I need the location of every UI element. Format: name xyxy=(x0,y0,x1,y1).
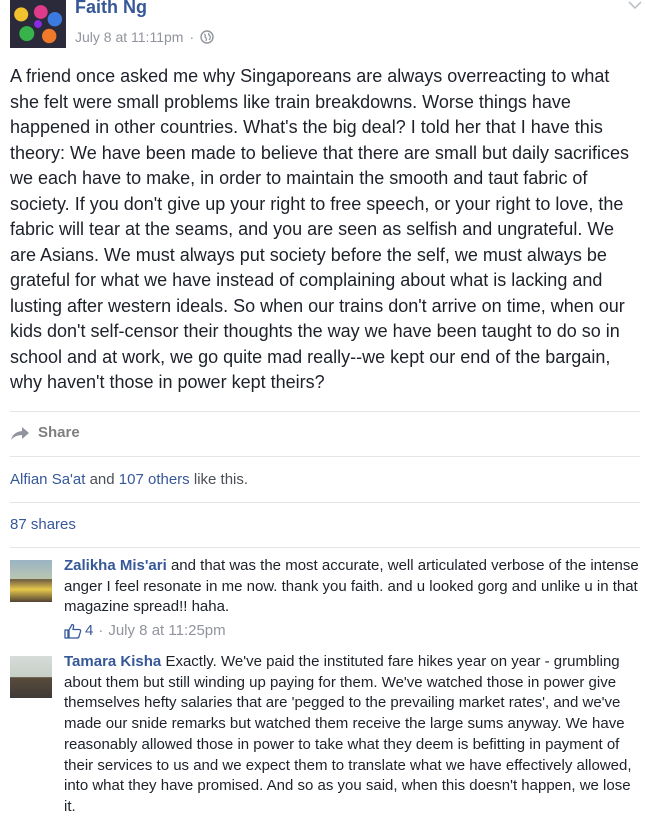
author-name[interactable]: Faith Ng xyxy=(75,0,147,18)
share-arrow-icon xyxy=(11,426,29,440)
author-avatar[interactable] xyxy=(10,0,66,48)
globe-icon[interactable] xyxy=(200,30,214,44)
commenter-name[interactable]: Tamara Kisha xyxy=(64,653,161,670)
comment-timestamp[interactable]: July 8 at 11:25pm xyxy=(108,622,225,639)
post-meta: July 8 at 11:11pm · xyxy=(75,29,214,45)
divider xyxy=(10,547,640,548)
comment: Zalikha Mis'ari and that was the most ac… xyxy=(10,556,640,646)
commenter-name[interactable]: Zalikha Mis'ari xyxy=(64,557,167,574)
comment: Tamara Kisha Exactly. We've paid the ins… xyxy=(10,652,640,825)
chevron-down-icon[interactable] xyxy=(628,0,642,10)
post-timestamp[interactable]: July 8 at 11:11pm xyxy=(75,29,183,45)
commenter-avatar[interactable] xyxy=(10,560,52,602)
share-label: Share xyxy=(38,424,80,441)
comment-body: Tamara Kisha Exactly. We've paid the ins… xyxy=(64,652,640,818)
meta-separator: · xyxy=(189,29,195,45)
share-button[interactable]: Share xyxy=(10,424,80,441)
like-thumb-icon[interactable] xyxy=(64,623,82,639)
post-header: Faith Ng July 8 at 11:11pm · xyxy=(0,0,645,52)
divider xyxy=(10,411,640,412)
commenter-avatar[interactable] xyxy=(10,656,52,698)
shares-count-link[interactable]: 87 shares xyxy=(10,516,76,533)
comment-like-count[interactable]: 4 xyxy=(85,622,93,639)
meta-separator: · xyxy=(98,622,104,639)
comment-body: Zalikha Mis'ari and that was the most ac… xyxy=(64,556,640,618)
comment-meta: 4 · July 8 at 11:25pm xyxy=(64,622,226,639)
comment-text: Exactly. We've paid the instituted fare … xyxy=(64,653,632,815)
likes-suffix: like this. xyxy=(193,471,249,488)
liker-name-link[interactable]: Alfian Sa'at xyxy=(10,471,85,488)
likers-others-link[interactable]: 107 others xyxy=(119,471,190,488)
divider xyxy=(10,502,640,503)
divider xyxy=(10,456,640,457)
likes-summary: Alfian Sa'at and 107 others like this. xyxy=(10,471,248,488)
post-body-text: A friend once asked me why Singaporeans … xyxy=(10,66,629,392)
likes-and: and xyxy=(89,471,115,488)
